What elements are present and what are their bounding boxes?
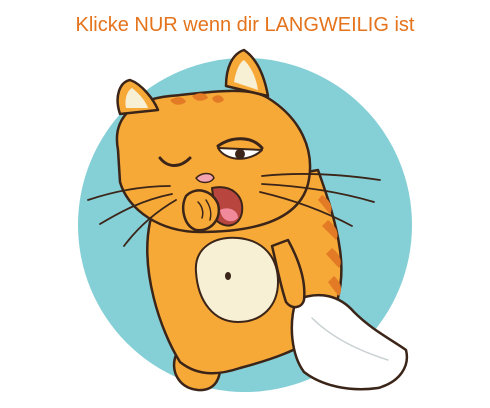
illustration — [78, 48, 412, 392]
cat-paw — [182, 189, 221, 232]
page-canvas: Klicke NUR wenn dir LANGWEILIG ist — [0, 0, 490, 408]
cat-pillow — [290, 293, 409, 391]
cat-navel — [225, 272, 231, 280]
cat-pupil — [235, 149, 245, 159]
